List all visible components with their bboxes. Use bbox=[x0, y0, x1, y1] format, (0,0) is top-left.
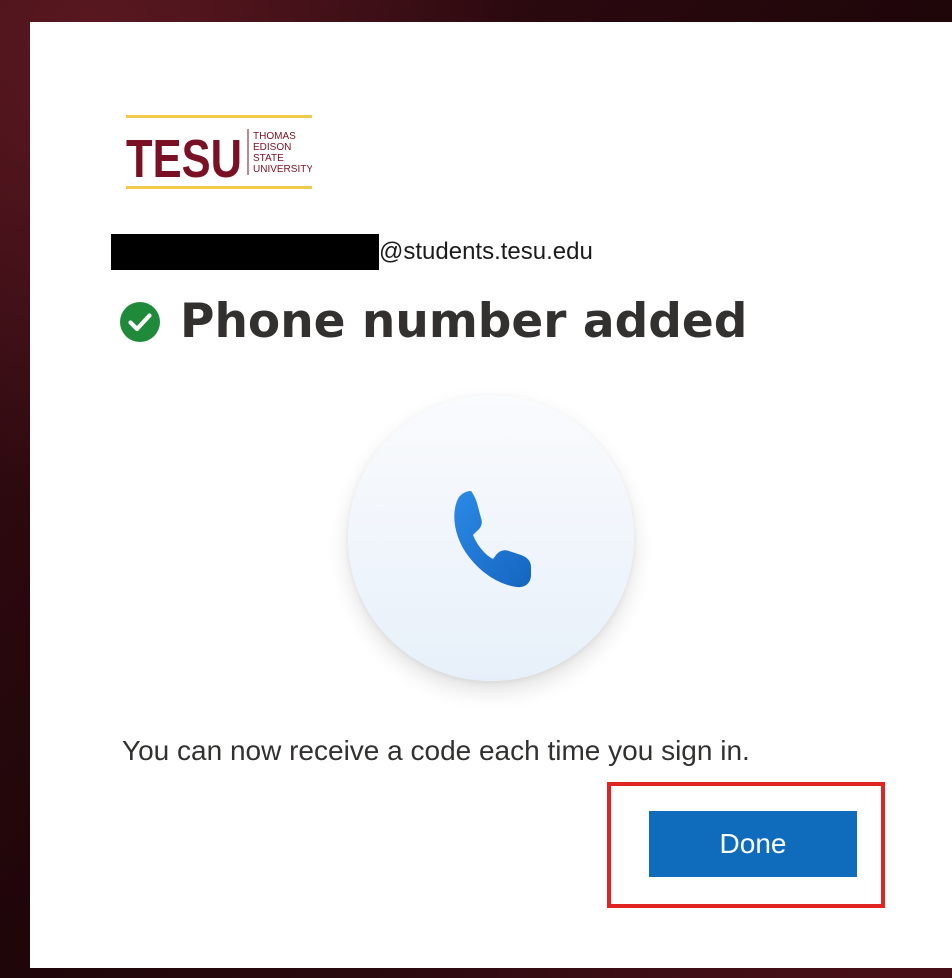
logo-line-2: EDISON bbox=[253, 142, 291, 153]
phone-illustration bbox=[348, 395, 634, 681]
checkmark-circle-icon bbox=[120, 301, 160, 342]
tesu-logo-image: TESU THOMAS EDISON STATE UNIVERSITY bbox=[126, 115, 312, 189]
logo-wordmark: TESU bbox=[126, 129, 242, 189]
email-suffix: @students.tesu.edu bbox=[379, 238, 593, 265]
logo-line-3: STATE bbox=[253, 153, 284, 164]
tesu-logo: TESU THOMAS EDISON STATE UNIVERSITY bbox=[126, 115, 312, 189]
page-title: Phone number added bbox=[180, 294, 748, 349]
phone-icon bbox=[454, 491, 531, 588]
logo-line-4: UNIVERSITY bbox=[253, 164, 312, 175]
redacted-username bbox=[111, 234, 379, 270]
logo-line-1: THOMAS bbox=[253, 131, 296, 142]
done-button[interactable]: Done bbox=[649, 811, 857, 877]
dialog-card: TESU THOMAS EDISON STATE UNIVERSITY @stu… bbox=[30, 22, 952, 968]
confirmation-message: You can now receive a code each time you… bbox=[122, 735, 750, 766]
title-row: Phone number added bbox=[120, 294, 747, 349]
account-identity: @students.tesu.edu bbox=[111, 234, 593, 270]
